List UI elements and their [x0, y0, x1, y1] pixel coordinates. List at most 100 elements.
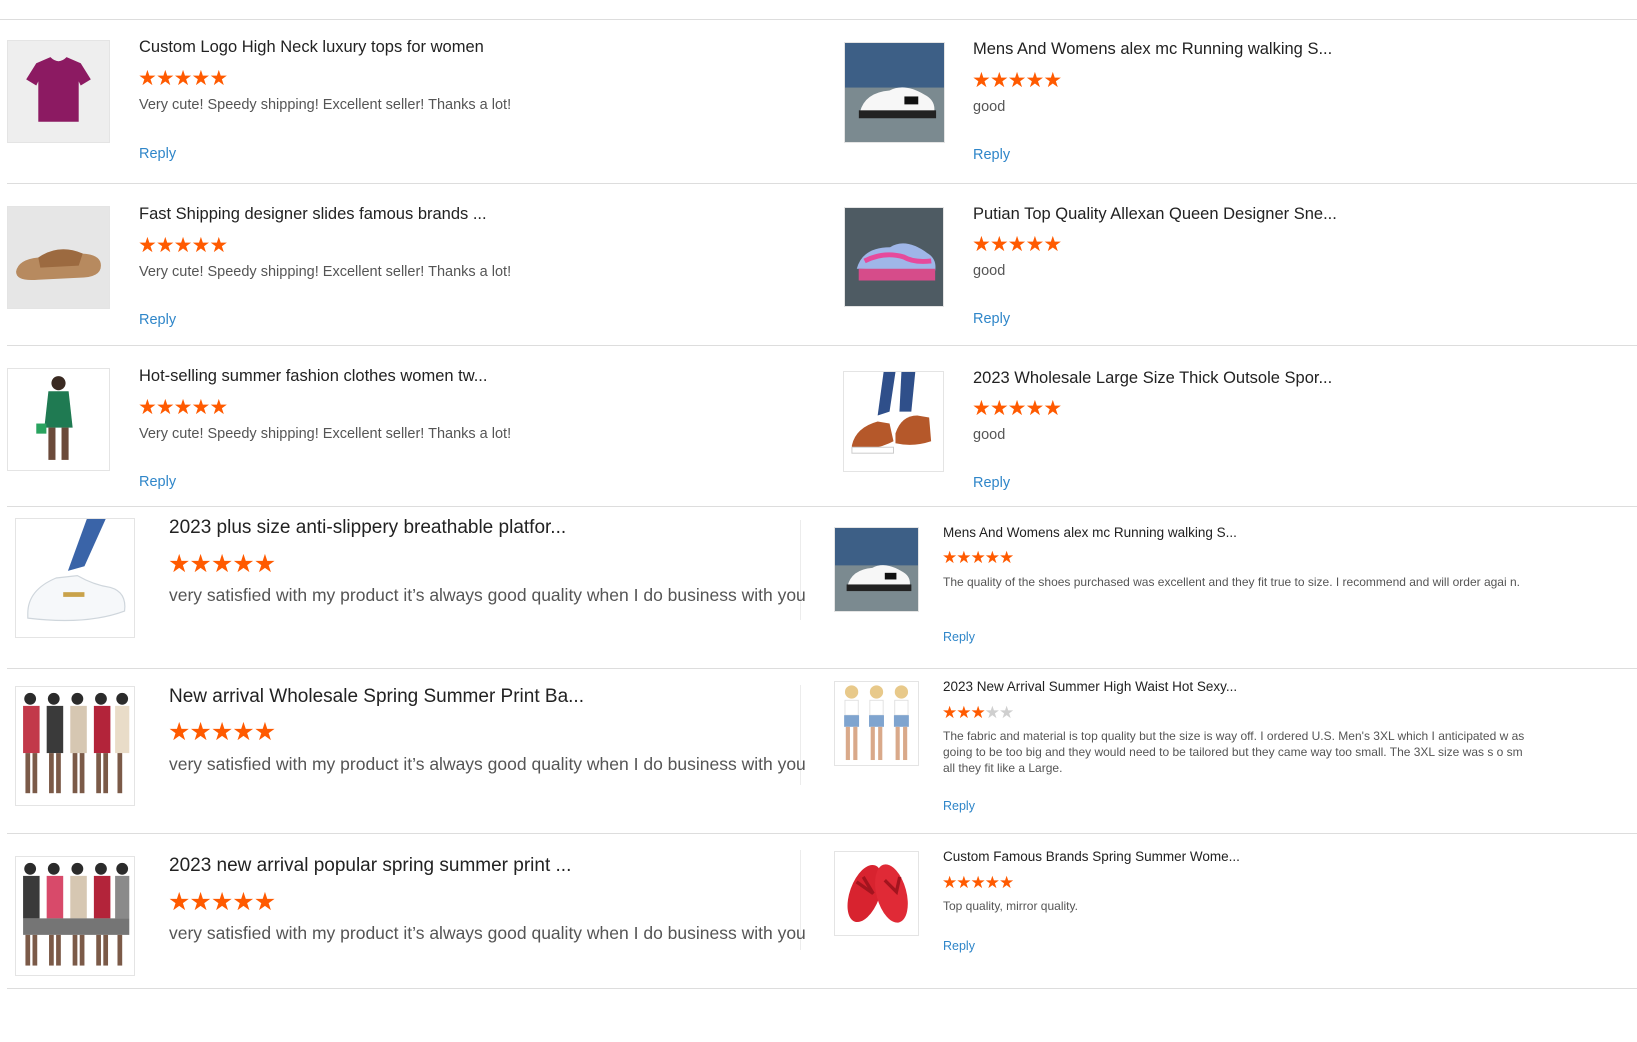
divider — [7, 833, 1637, 834]
product-title[interactable]: 2023 New Arrival Summer High Waist Hot S… — [943, 679, 1237, 694]
star-filled-icon: ★ — [999, 873, 1014, 892]
star-filled-icon: ★ — [972, 69, 991, 92]
star-empty-icon: ★ — [984, 703, 1000, 722]
product-title[interactable]: Mens And Womens alex mc Running walking … — [973, 40, 1332, 59]
star-filled-icon: ★ — [232, 550, 254, 578]
star-filled-icon: ★ — [189, 718, 211, 746]
star-filled-icon: ★ — [984, 548, 1000, 567]
rating-stars: ★★★★★ — [168, 550, 276, 578]
star-filled-icon: ★ — [232, 888, 254, 916]
product-title[interactable]: New arrival Wholesale Spring Summer Prin… — [169, 686, 584, 708]
star-filled-icon: ★ — [1043, 69, 1062, 92]
star-filled-icon: ★ — [972, 233, 991, 256]
rating-stars: ★★★★★ — [138, 396, 228, 419]
product-title[interactable]: 2023 plus size anti-slippery breathable … — [169, 517, 566, 539]
rating-stars: ★★★★★ — [168, 718, 276, 746]
rating-stars: ★★★★★ — [138, 67, 228, 90]
star-filled-icon: ★ — [209, 67, 228, 90]
review-text: Very cute! Speedy shipping! Excellent se… — [139, 426, 512, 442]
star-filled-icon: ★ — [1007, 69, 1027, 92]
product-thumbnail[interactable] — [7, 40, 110, 143]
product-thumbnail[interactable] — [15, 518, 135, 638]
star-filled-icon: ★ — [155, 67, 175, 90]
reply-link[interactable]: Reply — [139, 312, 176, 328]
rating-stars: ★★★★★ — [942, 703, 1014, 722]
reply-link[interactable]: Reply — [973, 311, 1010, 327]
star-filled-icon: ★ — [999, 548, 1014, 567]
rating-stars: ★★★★★ — [168, 888, 276, 916]
product-thumbnail[interactable] — [15, 686, 135, 806]
star-filled-icon: ★ — [173, 234, 193, 257]
review-text: good — [973, 427, 1006, 443]
reply-link[interactable]: Reply — [943, 799, 975, 813]
reply-link[interactable]: Reply — [973, 147, 1010, 163]
star-filled-icon: ★ — [956, 548, 971, 567]
product-title[interactable]: Mens And Womens alex mc Running walking … — [943, 525, 1237, 540]
review-text: good — [973, 263, 1006, 279]
divider — [7, 988, 1637, 989]
product-title[interactable]: Custom Famous Brands Spring Summer Wome.… — [943, 849, 1240, 864]
star-filled-icon: ★ — [1043, 233, 1062, 256]
star-filled-icon: ★ — [168, 550, 190, 578]
divider — [7, 668, 1637, 669]
product-thumbnail[interactable] — [844, 207, 944, 307]
star-filled-icon: ★ — [970, 703, 986, 722]
product-title[interactable]: Hot-selling summer fashion clothes women… — [139, 367, 487, 386]
product-thumbnail[interactable] — [15, 856, 135, 976]
product-thumbnail[interactable] — [843, 371, 944, 472]
star-filled-icon: ★ — [942, 703, 957, 722]
review-text: Top quality, mirror quality. — [943, 899, 1078, 913]
star-filled-icon: ★ — [191, 67, 210, 90]
star-filled-icon: ★ — [942, 548, 957, 567]
divider — [0, 19, 1637, 20]
review-text: very satisfied with my product it’s alwa… — [169, 754, 806, 774]
review-text: The quality of the shoes purchased was e… — [943, 575, 1520, 589]
star-filled-icon: ★ — [989, 397, 1009, 420]
product-thumbnail[interactable] — [834, 851, 919, 936]
rating-stars: ★★★★★ — [972, 233, 1062, 256]
star-filled-icon: ★ — [1007, 397, 1027, 420]
star-filled-icon: ★ — [1043, 397, 1062, 420]
star-filled-icon: ★ — [1025, 397, 1044, 420]
star-filled-icon: ★ — [1025, 69, 1044, 92]
star-filled-icon: ★ — [210, 550, 233, 578]
product-title[interactable]: 2023 Wholesale Large Size Thick Outsole … — [973, 369, 1332, 388]
product-title[interactable]: Fast Shipping designer slides famous bra… — [139, 205, 487, 224]
star-filled-icon: ★ — [168, 718, 190, 746]
reply-link[interactable]: Reply — [973, 475, 1010, 491]
divider — [7, 506, 1637, 507]
reply-link[interactable]: Reply — [139, 146, 176, 162]
product-thumbnail[interactable] — [7, 368, 110, 471]
rating-stars: ★★★★★ — [942, 548, 1014, 567]
star-filled-icon: ★ — [956, 703, 971, 722]
divider — [7, 183, 1637, 184]
reply-link[interactable]: Reply — [943, 630, 975, 644]
review-text: The fabric and material is top quality b… — [943, 729, 1525, 775]
star-filled-icon: ★ — [173, 396, 193, 419]
star-filled-icon: ★ — [253, 888, 276, 916]
rating-stars: ★★★★★ — [972, 69, 1062, 92]
reply-link[interactable]: Reply — [139, 474, 176, 490]
product-thumbnail[interactable] — [844, 42, 945, 143]
star-filled-icon: ★ — [155, 234, 175, 257]
star-filled-icon: ★ — [155, 396, 175, 419]
star-filled-icon: ★ — [138, 67, 157, 90]
review-text: good — [973, 99, 1006, 115]
star-filled-icon: ★ — [970, 548, 986, 567]
star-filled-icon: ★ — [191, 396, 210, 419]
star-filled-icon: ★ — [956, 873, 971, 892]
product-title[interactable]: Custom Logo High Neck luxury tops for wo… — [139, 38, 484, 57]
star-filled-icon: ★ — [984, 873, 1000, 892]
product-title[interactable]: Putian Top Quality Allexan Queen Designe… — [973, 205, 1337, 224]
reply-link[interactable]: Reply — [943, 939, 975, 953]
product-thumbnail[interactable] — [834, 681, 919, 766]
star-empty-icon: ★ — [999, 703, 1014, 722]
product-title[interactable]: 2023 new arrival popular spring summer p… — [169, 855, 571, 877]
star-filled-icon: ★ — [168, 888, 190, 916]
star-filled-icon: ★ — [1025, 233, 1044, 256]
review-text: Very cute! Speedy shipping! Excellent se… — [139, 264, 512, 280]
product-thumbnail[interactable] — [834, 527, 919, 612]
star-filled-icon: ★ — [253, 550, 276, 578]
star-filled-icon: ★ — [1007, 233, 1027, 256]
product-thumbnail[interactable] — [7, 206, 110, 309]
